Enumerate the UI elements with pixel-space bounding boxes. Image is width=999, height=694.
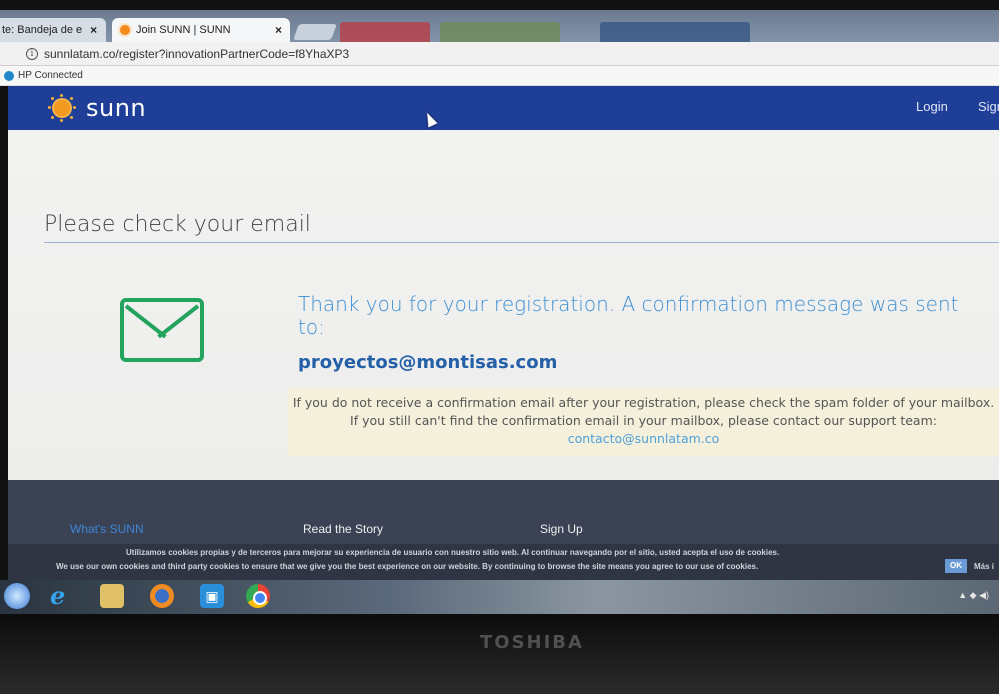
page-title: Please check your email [44,212,311,237]
cookie-text-es: Utilizamos cookies propias y de terceros… [126,548,780,557]
signup-link[interactable]: Sign [978,99,999,114]
desktop-background [440,22,560,44]
laptop-bezel: TOSHIBA [0,614,999,694]
footer-link-whats-sunn[interactable]: What's SUNN [70,522,144,536]
cookie-ok-button[interactable]: OK [945,559,967,573]
close-icon[interactable]: × [90,23,97,37]
tab-join-sunn[interactable]: Join SUNN | SUNN × [112,18,290,42]
tab-label: Join SUNN | SUNN [136,24,231,36]
explorer-icon[interactable] [100,584,124,608]
chrome-icon[interactable] [246,584,270,608]
taskbar: e ▣ ▲ ◆ ◀) [0,580,999,614]
store-icon[interactable]: ▣ [200,584,224,608]
tab-strip: te: Bandeja de e × Join SUNN | SUNN × [0,10,999,44]
desktop-background [340,22,430,44]
system-tray[interactable]: ▲ ◆ ◀) [958,590,989,601]
brand-name: sunn [86,94,147,122]
info-icon[interactable]: i [26,47,38,60]
new-tab-button[interactable] [293,24,337,40]
start-button[interactable] [4,583,30,609]
manufacturer-logo: TOSHIBA [480,632,584,653]
address-bar[interactable]: i sunnlatam.co/register?innovationPartne… [0,42,999,66]
registered-email: proyectos@montisas.com [298,352,558,373]
page-body: Please check your email Thank you for yo… [8,130,999,480]
hp-icon [4,70,14,81]
cookie-text-en: We use our own cookies and third party c… [56,562,759,571]
confirmation-message: Thank you for your registration. A confi… [298,292,959,339]
cookie-banner: Utilizamos cookies propias y de terceros… [8,544,999,580]
mail-icon [120,298,204,362]
footer-link-read-story[interactable]: Read the Story [303,522,383,536]
footer-link-sign-up[interactable]: Sign Up [540,522,583,536]
tab-inbox[interactable]: te: Bandeja de e × [0,18,106,42]
sunn-logo[interactable]: sunn [46,94,146,122]
bookmark-hp-connected[interactable]: HP Connected [18,70,83,81]
close-icon[interactable]: × [275,23,282,37]
support-email-link[interactable]: contacto@sunnlatam.co [568,431,720,446]
notice-text: If you do not receive a confirmation ema… [292,395,995,428]
ie-icon[interactable]: e [50,584,74,608]
sun-logo-icon [46,94,78,122]
site-footer: What's SUNN Read the Story Sign Up Utili… [8,480,999,580]
spam-notice: If you do not receive a confirmation ema… [288,388,999,456]
divider [44,242,999,243]
photographed-screen: te: Bandeja de e × Join SUNN | SUNN × i … [0,0,999,694]
url-text[interactable]: sunnlatam.co/register?innovationPartnerC… [44,47,349,61]
sunn-favicon-icon [120,25,130,35]
firefox-icon[interactable] [150,584,174,608]
tab-label: te: Bandeja de e [2,24,83,36]
cookie-more-info-link[interactable]: Más i [974,562,994,571]
login-link[interactable]: Login [916,99,948,114]
site-header: sunn Login Sign [8,86,999,130]
bookmarks-bar: HP Connected [0,66,999,86]
desktop-background [600,22,750,44]
